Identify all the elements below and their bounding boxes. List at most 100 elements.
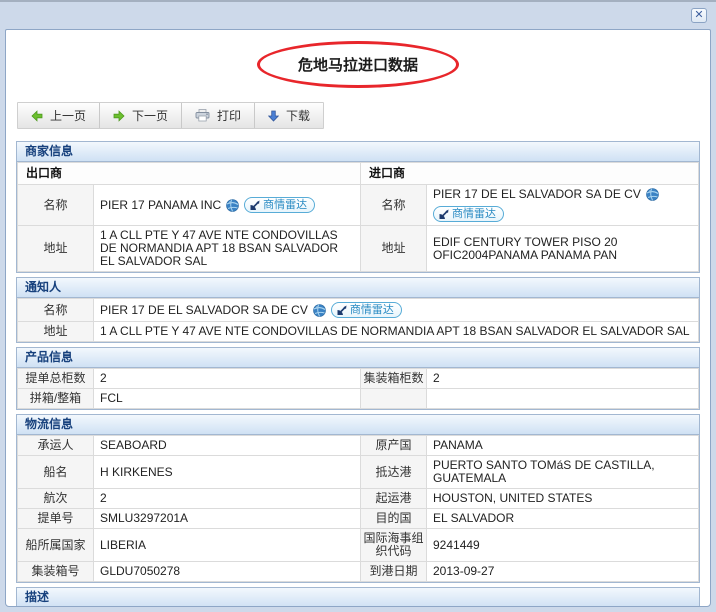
arrival-date-label: 到港日期 (361, 562, 427, 582)
origin-country-value: PANAMA (427, 436, 699, 456)
printer-icon (195, 109, 210, 122)
imo-code-value: 9241449 (427, 529, 699, 562)
dialog-titlebar: ✕ (0, 2, 716, 28)
download-label: 下载 (286, 107, 310, 124)
table-row: 集装箱号 GLDU7050278 到港日期 2013-09-27 (18, 562, 699, 582)
importer-subheader: 进口商 (360, 163, 698, 185)
radar-badge-label: 商情雷达 (263, 198, 307, 213)
notify-table: 名称 PIER 17 DE EL SALVADOR SA DE CV 商情雷达 (17, 298, 699, 342)
notify-name: PIER 17 DE EL SALVADOR SA DE CV (100, 304, 308, 317)
vessel-flag-label: 船所属国家 (18, 529, 94, 562)
vessel-name-value: H KIRKENES (94, 456, 361, 489)
departure-port-value: HOUSTON, UNITED STATES (427, 489, 699, 509)
radar-icon (249, 199, 261, 211)
section-merchant-info: 商家信息 出口商 进口商 名称 PIER 17 PANAMA INC (16, 141, 700, 273)
blue-down-arrow-icon (268, 110, 279, 122)
empty-value-cell (427, 389, 699, 409)
radar-badge-label: 商情雷达 (452, 207, 496, 222)
arrival-date-value: 2013-09-27 (427, 562, 699, 582)
green-right-arrow-icon (113, 110, 125, 122)
vessel-flag-value: LIBERIA (94, 529, 361, 562)
table-row: 船所属国家 LIBERIA 国际海事组织代码 9241449 (18, 529, 699, 562)
bl-total-containers-value: 2 (94, 369, 361, 389)
container-number-value: GLDU7050278 (94, 562, 361, 582)
business-radar-badge[interactable]: 商情雷达 (433, 206, 504, 222)
print-button[interactable]: 打印 (182, 103, 255, 128)
origin-country-label: 原产国 (361, 436, 427, 456)
exporter-name: PIER 17 PANAMA INC (100, 199, 221, 212)
container-count-value: 2 (427, 369, 699, 389)
arrival-port-label: 抵达港 (361, 456, 427, 489)
container-count-label: 集装箱柜数 (361, 369, 427, 389)
exporter-name-cell: PIER 17 PANAMA INC 商情雷达 (94, 185, 361, 226)
importer-name-cell: PIER 17 DE EL SALVADOR SA DE CV 商情雷达 (426, 185, 698, 226)
merchant-section-header: 商家信息 (17, 142, 699, 162)
bl-number-value: SMLU3297201A (94, 509, 361, 529)
voyage-value: 2 (94, 489, 361, 509)
title-area: 危地马拉进口数据 (16, 30, 700, 100)
page-title: 危地马拉进口数据 (298, 54, 418, 75)
notify-name-label: 名称 (18, 299, 94, 322)
bl-number-label: 提单号 (18, 509, 94, 529)
product-table: 提单总柜数 2 集装箱柜数 2 拼箱/整箱 FCL (17, 368, 699, 409)
destination-country-label: 目的国 (361, 509, 427, 529)
logistics-table: 承运人 SEABOARD 原产国 PANAMA 船名 H KIRKENES 抵达… (17, 435, 699, 582)
business-radar-badge[interactable]: 商情雷达 (331, 302, 402, 318)
section-description: 描述 产品描述 BULTOSPISTOLA DE AIRE TUBO LED P… (16, 587, 700, 607)
importer-address: EDIF CENTURY TOWER PISO 20 OFIC2004PANAM… (426, 226, 698, 272)
product-section-header: 产品信息 (17, 348, 699, 368)
table-row: 船名 H KIRKENES 抵达港 PUERTO SANTO TOMáS DE … (18, 456, 699, 489)
merchant-table: 出口商 进口商 名称 PIER 17 PANAMA INC 商情雷达 (17, 162, 699, 272)
section-notify-party: 通知人 名称 PIER 17 DE EL SALVADOR SA DE CV 商… (16, 277, 700, 343)
exporter-address-label: 地址 (18, 226, 94, 272)
next-page-button[interactable]: 下一页 (100, 103, 182, 128)
table-row: 航次 2 起运港 HOUSTON, UNITED STATES (18, 489, 699, 509)
importer-name-label: 名称 (360, 185, 426, 226)
notify-name-cell: PIER 17 DE EL SALVADOR SA DE CV 商情雷达 (94, 299, 699, 322)
importer-name: PIER 17 DE EL SALVADOR SA DE CV (433, 188, 641, 201)
destination-country-value: EL SALVADOR (427, 509, 699, 529)
carrier-value: SEABOARD (94, 436, 361, 456)
table-row: 拼箱/整箱 FCL (18, 389, 699, 409)
radar-icon (438, 208, 450, 220)
container-number-label: 集装箱号 (18, 562, 94, 582)
table-row: 承运人 SEABOARD 原产国 PANAMA (18, 436, 699, 456)
bl-total-containers-label: 提单总柜数 (18, 369, 94, 389)
import-data-dialog: ✕ 危地马拉进口数据 上一页 下一页 (0, 0, 716, 612)
vessel-name-label: 船名 (18, 456, 94, 489)
globe-icon[interactable] (313, 304, 326, 317)
notify-address: 1 A CLL PTE Y 47 AVE NTE CONDOVILLAS DE … (94, 322, 699, 342)
globe-icon[interactable] (646, 188, 659, 201)
download-button[interactable]: 下载 (255, 103, 323, 128)
carrier-label: 承运人 (18, 436, 94, 456)
print-label: 打印 (217, 107, 241, 124)
business-radar-badge[interactable]: 商情雷达 (244, 197, 315, 213)
exporter-name-label: 名称 (18, 185, 94, 226)
logistics-section-header: 物流信息 (17, 415, 699, 435)
close-icon[interactable]: ✕ (691, 8, 707, 23)
green-left-arrow-icon (31, 110, 43, 122)
lcl-fcl-value: FCL (94, 389, 361, 409)
red-ellipse-annotation: 危地马拉进口数据 (257, 41, 459, 88)
table-row: 提单号 SMLU3297201A 目的国 EL SALVADOR (18, 509, 699, 529)
prev-page-label: 上一页 (50, 107, 86, 124)
notify-section-header: 通知人 (17, 278, 699, 298)
section-logistics-info: 物流信息 承运人 SEABOARD 原产国 PANAMA 船名 H KIRKEN… (16, 414, 700, 583)
voyage-label: 航次 (18, 489, 94, 509)
table-row: 提单总柜数 2 集装箱柜数 2 (18, 369, 699, 389)
description-section-header: 描述 (17, 588, 699, 607)
lcl-fcl-label: 拼箱/整箱 (18, 389, 94, 409)
arrival-port-value: PUERTO SANTO TOMáS DE CASTILLA, GUATEMAL… (427, 456, 699, 489)
radar-icon (336, 304, 348, 316)
toolbar: 上一页 下一页 打印 下载 (17, 102, 324, 129)
exporter-subheader: 出口商 (18, 163, 361, 185)
section-product-info: 产品信息 提单总柜数 2 集装箱柜数 2 拼箱/整箱 FCL (16, 347, 700, 410)
empty-label-cell (361, 389, 427, 409)
notify-address-label: 地址 (18, 322, 94, 342)
importer-address-label: 地址 (360, 226, 426, 272)
prev-page-button[interactable]: 上一页 (18, 103, 100, 128)
departure-port-label: 起运港 (361, 489, 427, 509)
globe-icon[interactable] (226, 199, 239, 212)
imo-code-label: 国际海事组织代码 (361, 529, 427, 562)
next-page-label: 下一页 (132, 107, 168, 124)
